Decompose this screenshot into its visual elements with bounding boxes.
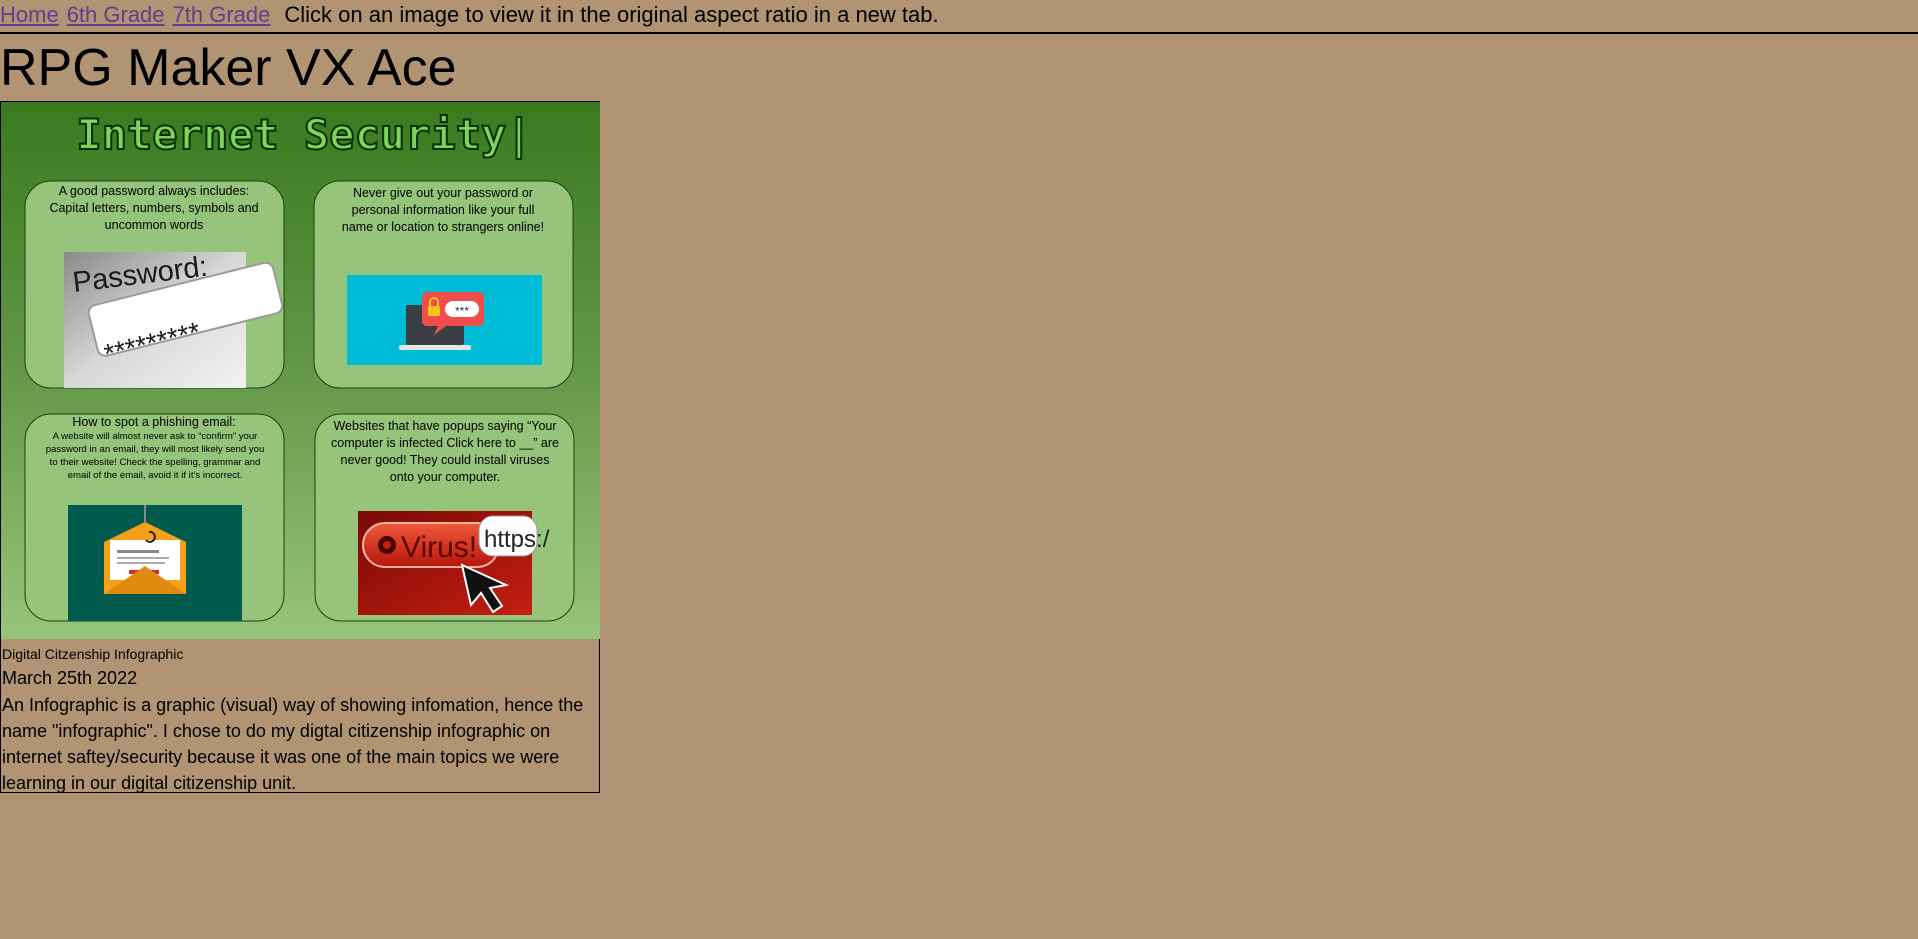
bubble-mask: ***	[455, 304, 469, 318]
post-description: An Infographic is a graphic (visual) way…	[2, 695, 584, 793]
nav-link-6th-grade[interactable]: 6th Grade	[67, 2, 165, 27]
top-nav-bar: Home 6th Grade 7th Grade Click on an image …	[0, 0, 1918, 34]
laptop-lock-icon: ***	[347, 275, 542, 365]
panel-password-text: A good password always includes: Capital…	[49, 184, 259, 232]
panel-phishing-text: A website will almost never ask to “conf…	[45, 431, 265, 481]
panel-personal-info: Never give out your password or personal…	[313, 180, 574, 389]
nav-link-7th-grade[interactable]: 7th Grade	[173, 2, 271, 27]
https-label: https:/	[484, 526, 550, 553]
envelope-hook-icon	[68, 505, 242, 621]
virus-button-image: Virus! https:/	[358, 511, 550, 615]
panel-personal-info-text: Never give out your password or personal…	[341, 186, 545, 234]
page-title: RPG Maker VX Ace	[0, 39, 457, 97]
infographic-image[interactable]: Internet Security| A good password alway…	[1, 102, 600, 639]
panel-virus-text: Websites that have popups saying “Your c…	[331, 419, 559, 484]
panel-phishing-title: How to spot a phishing email:	[72, 415, 236, 429]
panel-virus-popups: Websites that have popups saying “Your c…	[314, 413, 575, 622]
virus-label: Virus!	[401, 531, 477, 564]
image-caption: Digital Citzenship Infographic	[2, 646, 184, 662]
post-card: Internet Security| A good password alway…	[0, 101, 600, 793]
nav-link-home[interactable]: Home	[0, 2, 59, 27]
panel-phishing: How to spot a phishing email: A website …	[24, 413, 285, 622]
nav-hint-text: Click on an image to view it in the orig…	[284, 2, 939, 27]
infographic-heading: Internet Security|	[76, 110, 531, 159]
panel-password: A good password always includes: Capital…	[24, 180, 285, 389]
post-date: March 25th 2022	[2, 668, 138, 688]
